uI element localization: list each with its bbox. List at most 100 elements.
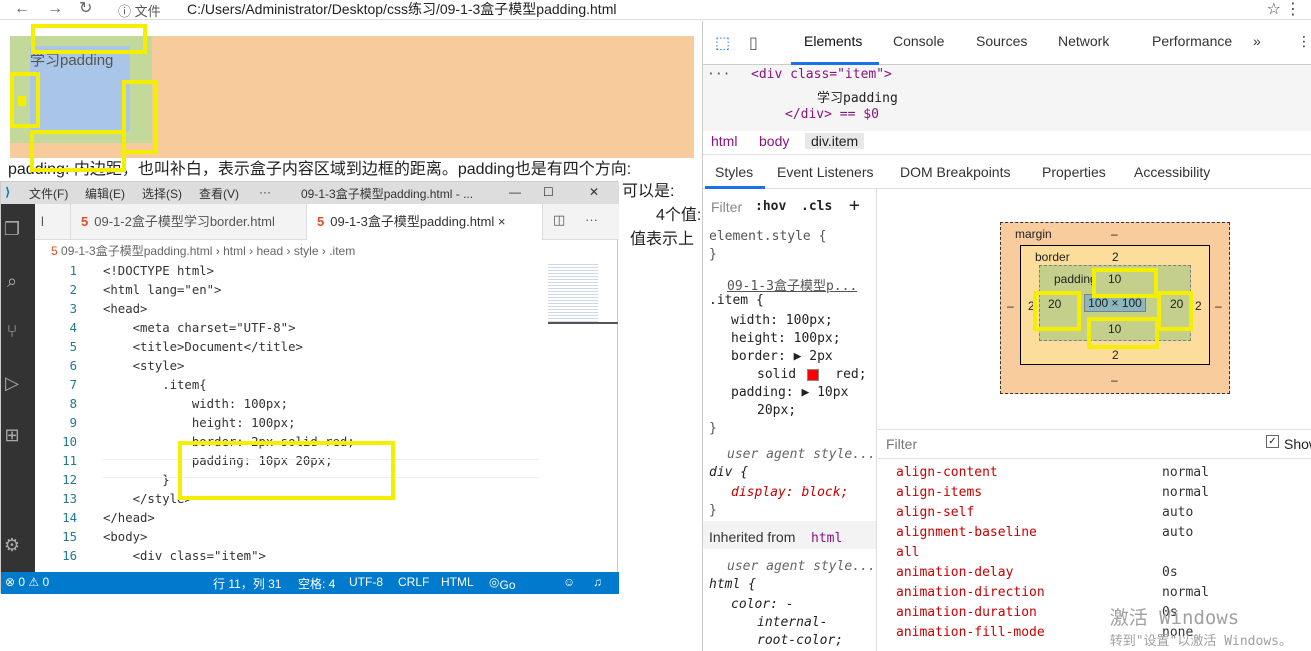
computed-filter-input[interactable]: Filter: [886, 436, 917, 452]
code-line[interactable]: <div class="item">: [103, 549, 266, 563]
element-style-rule[interactable]: element.style {: [709, 229, 826, 244]
code-line[interactable]: </head>: [103, 511, 155, 525]
status-golive[interactable]: ◎ Go Live: [489, 575, 522, 606]
computed-prop-row[interactable]: align-content normal: [896, 465, 1209, 480]
run-icon[interactable]: ▷: [1, 372, 23, 394]
code-line[interactable]: .item{: [103, 378, 206, 392]
tab-padding-file[interactable]: 5 09-1-3盒子模型padding.html ×: [307, 204, 543, 240]
border-top[interactable]: 2: [1112, 250, 1119, 264]
menu-icon[interactable]: ⋮: [1285, 0, 1301, 19]
devtools-menu-icon[interactable]: ⋮: [1297, 33, 1311, 50]
subtab-properties[interactable]: Properties: [1042, 164, 1106, 180]
computed-prop-row[interactable]: all: [896, 545, 919, 560]
split-editor-icon[interactable]: ◫: [553, 212, 565, 228]
prop-border[interactable]: border: ▶ 2px: [731, 349, 833, 364]
status-position[interactable]: 行 11，列 31: [213, 575, 281, 592]
reload-icon[interactable]: ↻: [79, 0, 92, 18]
prop-padding-value[interactable]: 20px;: [757, 403, 796, 418]
computed-prop-row[interactable]: alignment-baseline auto: [896, 525, 1193, 540]
crumb-body[interactable]: body: [759, 133, 789, 149]
computed-prop-row[interactable]: animation-direction normal: [896, 585, 1209, 600]
show-all-checkbox[interactable]: ✓: [1266, 435, 1279, 448]
border-right[interactable]: 2: [1195, 299, 1202, 313]
add-rule-button[interactable]: +: [849, 195, 860, 216]
minimize-icon[interactable]: —: [509, 185, 521, 199]
menu-selection[interactable]: 选择(S): [142, 185, 182, 202]
code-line[interactable]: <meta charset="UTF-8">: [103, 321, 296, 335]
dom-node-open[interactable]: <div class="item">: [751, 67, 892, 82]
code-line[interactable]: <body>: [103, 530, 147, 544]
tab-performance[interactable]: Performance: [1152, 33, 1232, 49]
computed-prop-row[interactable]: animation-fill-mode none: [896, 625, 1193, 640]
code-line[interactable]: <!DOCTYPE html>: [103, 264, 214, 278]
code-line[interactable]: <style>: [103, 359, 185, 373]
breadcrumb-file[interactable]: 09-1-3盒子模型padding.html: [61, 244, 212, 258]
code-editor[interactable]: 1 <!DOCTYPE html> 2 <html lang="en"> 3 <head>…: [35, 262, 619, 572]
tab-more[interactable]: »: [1253, 33, 1261, 49]
close-window-icon[interactable]: ✕: [589, 185, 599, 199]
info-icon[interactable]: ⓘ: [118, 4, 131, 19]
tab-border-file[interactable]: 5 09-1-2盒子模型学习border.html: [71, 204, 307, 240]
menu-more[interactable]: ···: [259, 185, 271, 199]
item-selector[interactable]: .item {: [709, 293, 764, 308]
menu-edit[interactable]: 编辑(E): [85, 185, 125, 202]
breadcrumb-style[interactable]: style: [294, 244, 319, 258]
device-icon[interactable]: ▯: [749, 33, 758, 53]
maximize-icon[interactable]: ☐: [543, 185, 554, 199]
inherited-tag[interactable]: html: [811, 531, 842, 546]
tab-partial[interactable]: l: [31, 204, 71, 240]
status-eol[interactable]: CRLF: [398, 575, 429, 589]
margin-left[interactable]: –: [1007, 299, 1014, 313]
prop-height[interactable]: height: 100px;: [731, 331, 841, 346]
site-info[interactable]: ⓘ 文件: [118, 1, 161, 20]
rule-source-link[interactable]: 09-1-3盒子模型p...: [727, 275, 857, 294]
tab-elements[interactable]: Elements: [804, 33, 862, 49]
dom-node-text[interactable]: 学习padding: [817, 87, 898, 106]
margin-right[interactable]: –: [1215, 299, 1222, 313]
computed-prop-row[interactable]: animation-delay 0s: [896, 565, 1178, 580]
dom-ellipsis[interactable]: ···: [707, 67, 730, 82]
status-language[interactable]: HTML: [441, 575, 474, 589]
code-line[interactable]: width: 100px;: [103, 397, 288, 411]
subtab-dom-breakpoints[interactable]: DOM Breakpoints: [900, 164, 1010, 180]
tab-console[interactable]: Console: [893, 33, 944, 49]
subtab-accessibility[interactable]: Accessibility: [1134, 164, 1210, 180]
source-control-icon[interactable]: ⑂: [1, 320, 23, 342]
computed-prop-row[interactable]: align-items normal: [896, 485, 1209, 500]
crumb-html[interactable]: html: [711, 133, 737, 149]
minimap[interactable]: [548, 262, 618, 342]
status-encoding[interactable]: UTF-8: [349, 575, 383, 589]
code-line[interactable]: <title>Document</title>: [103, 340, 303, 354]
code-line[interactable]: height: 100px;: [103, 416, 296, 430]
tab-network[interactable]: Network: [1058, 33, 1109, 49]
forward-icon[interactable]: →: [47, 0, 63, 18]
bell-icon[interactable]: ♫: [593, 575, 602, 589]
back-icon[interactable]: ←: [14, 0, 30, 18]
subtab-event-listeners[interactable]: Event Listeners: [777, 164, 874, 180]
dom-node-close[interactable]: </div> == $0: [785, 107, 879, 122]
margin-top[interactable]: –: [1111, 227, 1118, 241]
more-actions-icon[interactable]: ···: [585, 212, 598, 227]
code-line[interactable]: <head>: [103, 302, 147, 316]
color-swatch[interactable]: [807, 369, 819, 381]
inspect-icon[interactable]: ⬚: [715, 33, 730, 53]
code-line[interactable]: <html lang="en">: [103, 283, 221, 297]
feedback-icon[interactable]: ☺: [563, 575, 575, 589]
status-spaces[interactable]: 空格: 4: [298, 575, 335, 592]
margin-bottom[interactable]: –: [1111, 373, 1118, 387]
crumb-div-item[interactable]: div.item: [805, 133, 865, 149]
computed-prop-row[interactable]: align-self auto: [896, 505, 1193, 520]
url-text[interactable]: C:/Users/Administrator/Desktop/css练习/09-…: [187, 0, 616, 18]
search-icon[interactable]: ⌕: [1, 270, 23, 292]
computed-prop-row[interactable]: animation-duration 0s: [896, 605, 1178, 620]
tab-close-icon[interactable]: ×: [498, 214, 506, 229]
border-bottom[interactable]: 2: [1112, 348, 1119, 362]
breadcrumb-item[interactable]: .item: [329, 244, 355, 258]
status-problems[interactable]: ⊗ 0 ⚠ 0: [5, 575, 49, 589]
gear-icon[interactable]: ⚙: [1, 534, 23, 556]
hov-button[interactable]: :hov: [755, 199, 786, 214]
tab-sources[interactable]: Sources: [976, 33, 1027, 49]
prop-padding[interactable]: padding: ▶ 10px: [731, 385, 848, 400]
menu-file[interactable]: 文件(F): [29, 185, 68, 202]
breadcrumb-html[interactable]: html: [223, 244, 246, 258]
